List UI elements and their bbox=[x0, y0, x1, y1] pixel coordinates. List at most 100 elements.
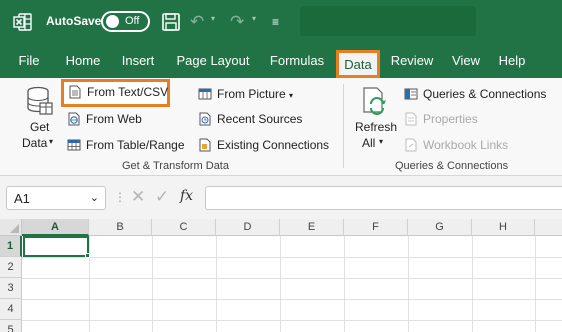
existing-connections-label: Existing Connections bbox=[217, 138, 330, 152]
group-separator bbox=[343, 84, 344, 168]
column-header-g[interactable]: G bbox=[408, 219, 472, 236]
tab-file[interactable]: File bbox=[12, 44, 46, 78]
row-header-4[interactable]: 4 bbox=[0, 299, 22, 320]
chevron-down-icon: ▾ bbox=[289, 91, 294, 100]
grid-line bbox=[152, 236, 153, 332]
title-bar: AutoSave Off ↶ ▾ ↷ ▾ ≡ bbox=[0, 0, 562, 44]
text-file-icon bbox=[69, 85, 81, 99]
tab-insert[interactable]: Insert bbox=[114, 44, 162, 78]
column-header-a[interactable]: A bbox=[22, 219, 89, 236]
picture-icon bbox=[198, 88, 212, 100]
recent-sources-icon bbox=[199, 112, 211, 126]
tab-data[interactable]: Data bbox=[336, 50, 380, 78]
properties-label: Properties bbox=[423, 112, 478, 126]
undo-dropdown-icon[interactable]: ▾ bbox=[211, 14, 215, 23]
ribbon-tabs: File Home Insert Page Layout Formulas Da… bbox=[0, 44, 562, 78]
tab-review[interactable]: Review bbox=[388, 44, 436, 78]
existing-connections-button[interactable]: Existing Connections bbox=[198, 138, 329, 152]
chevron-down-icon: ▾ bbox=[379, 137, 384, 146]
column-header-b[interactable]: B bbox=[89, 219, 152, 236]
column-header-d[interactable]: D bbox=[216, 219, 280, 236]
column-header-partial[interactable] bbox=[535, 219, 562, 236]
customize-qat-icon[interactable]: ≡ bbox=[272, 11, 279, 33]
recent-sources-button[interactable]: Recent Sources bbox=[198, 112, 302, 126]
recent-sources-label: Recent Sources bbox=[217, 112, 303, 126]
refresh-label-1: Refresh bbox=[355, 120, 398, 134]
row-header-5[interactable]: 5 bbox=[0, 320, 22, 332]
chevron-down-icon: ▾ bbox=[49, 137, 54, 146]
from-table-range-label: From Table/Range bbox=[86, 138, 185, 152]
grid-line bbox=[22, 299, 562, 300]
fill-handle[interactable] bbox=[85, 253, 90, 258]
autosave-state: Off bbox=[125, 15, 140, 27]
column-header-h[interactable]: H bbox=[472, 219, 535, 236]
column-header-f[interactable]: F bbox=[344, 219, 408, 236]
existing-connections-icon bbox=[199, 138, 211, 152]
chevron-down-icon[interactable]: ⌄ bbox=[90, 191, 99, 204]
group-label-get-transform: Get & Transform Data bbox=[122, 160, 229, 172]
autosave-label: AutoSave bbox=[46, 14, 102, 28]
from-web-label: From Web bbox=[86, 112, 142, 126]
name-box[interactable]: A1 ⌄ bbox=[6, 186, 106, 210]
select-all-button[interactable] bbox=[0, 219, 22, 236]
refresh-icon bbox=[363, 87, 386, 115]
insert-function-icon[interactable]: fx bbox=[180, 188, 193, 204]
enter-icon[interactable]: ✓ bbox=[155, 187, 169, 207]
row-header-3[interactable]: 3 bbox=[0, 278, 22, 299]
select-all-icon bbox=[10, 224, 19, 233]
spreadsheet-grid: A B C D E F G H 1 2 3 4 5 bbox=[0, 219, 562, 332]
queries-connections-icon bbox=[404, 88, 418, 100]
refresh-label-2: All bbox=[362, 136, 376, 150]
grid-line bbox=[89, 236, 90, 332]
tab-help[interactable]: Help bbox=[494, 44, 530, 78]
get-data-label-2: Data bbox=[22, 136, 48, 150]
redo-dropdown-icon[interactable]: ▾ bbox=[252, 14, 256, 23]
grid-line bbox=[535, 236, 536, 332]
name-box-value: A1 bbox=[14, 191, 30, 206]
from-text-csv-content: From Text/CSV bbox=[68, 85, 168, 99]
from-picture-label: From Picture bbox=[217, 87, 286, 101]
get-data-label-1: Get bbox=[30, 120, 50, 134]
ribbon: Get Data ▾ From Text/CSV From Web From T… bbox=[0, 78, 562, 176]
grid-line bbox=[472, 236, 473, 332]
from-web-button[interactable]: From Web bbox=[67, 112, 142, 126]
workbook-links-icon bbox=[405, 138, 417, 152]
column-header-e[interactable]: E bbox=[280, 219, 344, 236]
save-icon[interactable] bbox=[162, 11, 180, 33]
grid-line bbox=[408, 236, 409, 332]
title-area bbox=[300, 6, 476, 36]
undo-icon[interactable]: ↶ bbox=[190, 11, 204, 33]
excel-logo-icon bbox=[13, 13, 32, 31]
from-table-range-button[interactable]: From Table/Range bbox=[67, 138, 185, 152]
from-text-csv-button[interactable]: From Text/CSV bbox=[61, 79, 170, 107]
tab-view[interactable]: View bbox=[448, 44, 484, 78]
column-header-c[interactable]: C bbox=[152, 219, 216, 236]
table-icon bbox=[67, 139, 81, 151]
redo-icon[interactable]: ↷ bbox=[230, 11, 244, 33]
toggle-knob bbox=[106, 15, 119, 28]
vertical-dots-icon: ⋮ bbox=[114, 190, 126, 204]
properties-button[interactable]: Properties bbox=[404, 112, 478, 126]
grid-line bbox=[22, 257, 562, 258]
web-page-icon bbox=[68, 112, 80, 126]
grid-line bbox=[280, 236, 281, 332]
from-text-csv-label: From Text/CSV bbox=[87, 85, 169, 99]
workbook-links-button[interactable]: Workbook Links bbox=[404, 138, 508, 152]
group-label-queries: Queries & Connections bbox=[395, 160, 509, 172]
grid-line bbox=[344, 236, 345, 332]
row-header-2[interactable]: 2 bbox=[0, 257, 22, 278]
queries-connections-button[interactable]: Queries & Connections bbox=[404, 87, 546, 101]
tab-formulas[interactable]: Formulas bbox=[264, 44, 330, 78]
row-header-1[interactable]: 1 bbox=[0, 236, 22, 257]
from-picture-button[interactable]: From Picture ▾ bbox=[198, 87, 293, 101]
tab-home[interactable]: Home bbox=[60, 44, 106, 78]
grid-line bbox=[22, 320, 562, 321]
formula-input[interactable] bbox=[205, 186, 562, 210]
workbook-links-label: Workbook Links bbox=[423, 138, 509, 152]
database-icon bbox=[27, 86, 53, 115]
properties-icon bbox=[405, 112, 417, 126]
active-cell-a1[interactable] bbox=[23, 236, 89, 257]
cancel-icon[interactable]: ✕ bbox=[131, 187, 145, 207]
autosave-toggle[interactable]: Off bbox=[101, 11, 150, 32]
tab-page-layout[interactable]: Page Layout bbox=[170, 44, 256, 78]
